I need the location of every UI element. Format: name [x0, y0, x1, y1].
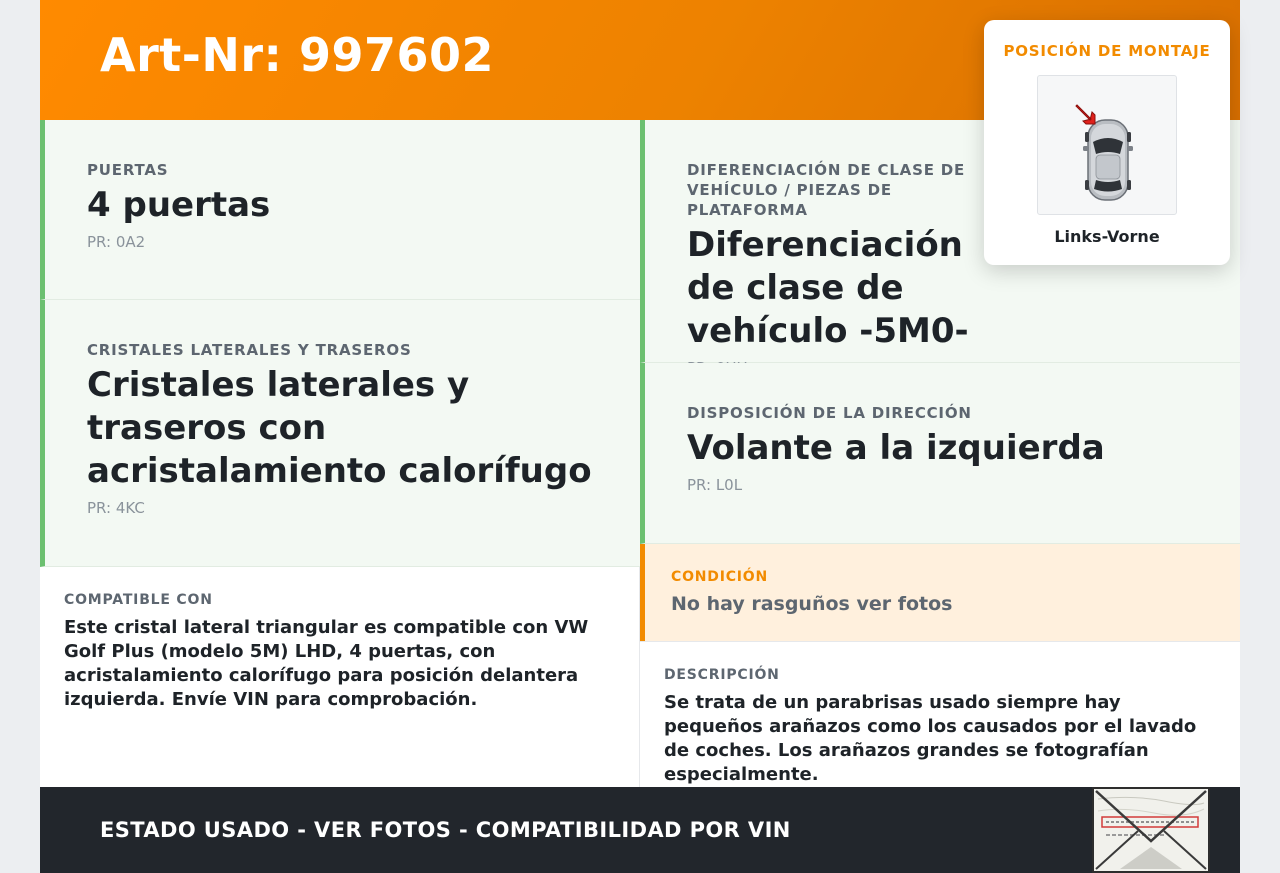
feature-label: CRISTALES LATERALES Y TRASEROS: [87, 341, 412, 359]
red-arrow-icon: [1075, 104, 1096, 125]
compatible-text: Este cristal lateral triangular es compa…: [64, 617, 589, 710]
feature-label: PUERTAS: [87, 161, 169, 179]
footer-bar: ESTADO USADO - VER FOTOS - COMPATIBILIDA…: [40, 787, 1240, 873]
feature-glass: CRISTALES LATERALES Y TRASEROS Cristales…: [40, 300, 640, 567]
document-thumbnail[interactable]: [1092, 787, 1210, 873]
feature-value: Cristales laterales y traseros con acris…: [87, 365, 592, 491]
feature-label: DIFERENCIACIÓN DE CLASE DE VEHÍCULO / PI…: [687, 161, 966, 219]
condition-label: CONDICIÓN: [671, 569, 769, 585]
description-label: DESCRIPCIÓN: [664, 667, 780, 683]
feature-pr-code: PR: L0L: [687, 476, 743, 494]
mounting-position-card: POSICIÓN DE MONTAJE Links-Vorne: [984, 20, 1230, 265]
car-diagram: [1037, 75, 1177, 215]
envelope-icon: [1094, 789, 1208, 871]
feature-value: Diferenciación de clase de vehículo -5M0…: [687, 225, 969, 351]
feature-value: Volante a la izquierda: [687, 428, 1105, 468]
description-section: DESCRIPCIÓN Se trata de un parabrisas us…: [640, 641, 1240, 787]
condition-text: No hay rasguños ver fotos: [671, 593, 953, 615]
feature-pr-code: PR: 4KC: [87, 499, 145, 517]
feature-value: 4 puertas: [87, 185, 271, 225]
car-top-view-icon: [1075, 104, 1133, 201]
compatible-section: COMPATIBLE CON Este cristal lateral tria…: [40, 567, 640, 787]
article-number-title: Art-Nr: 997602: [100, 28, 495, 82]
description-text: Se trata de un parabrisas usado siempre …: [664, 692, 1197, 785]
feature-label: DISPOSICIÓN DE LA DIRECCIÓN: [687, 404, 972, 422]
compatible-label: COMPATIBLE CON: [64, 592, 213, 608]
footer-text: ESTADO USADO - VER FOTOS - COMPATIBILIDA…: [100, 818, 791, 842]
feature-steering: DISPOSICIÓN DE LA DIRECCIÓN Volante a la…: [640, 363, 1240, 544]
mounting-position-value: Links-Vorne: [1054, 227, 1160, 246]
feature-doors: PUERTAS 4 puertas PR: 0A2: [40, 120, 640, 300]
feature-pr-code: PR: 0A2: [87, 233, 146, 251]
mounting-position-title: POSICIÓN DE MONTAJE: [1003, 42, 1211, 60]
condition-section: CONDICIÓN No hay rasguños ver fotos: [640, 544, 1240, 641]
